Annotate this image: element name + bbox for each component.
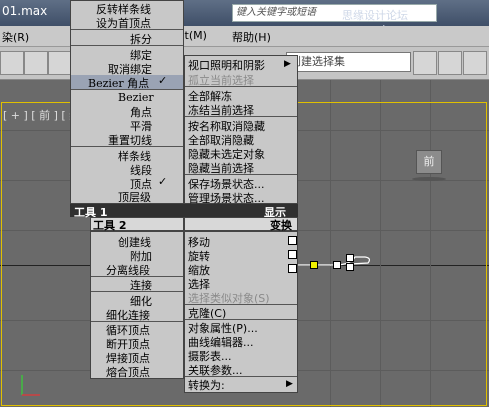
menu-separator: [71, 45, 183, 46]
menu-separator: [185, 174, 297, 175]
spline-vertex[interactable]: [346, 254, 354, 262]
menu-item-bezier[interactable]: Bezier: [118, 91, 154, 104]
menu-separator: [91, 291, 183, 292]
spline-vertex-selected[interactable]: [310, 261, 318, 269]
viewcube-ring: [412, 177, 446, 181]
menu-separator: [185, 86, 297, 87]
menu-item-convert-to[interactable]: 转换为:: [188, 377, 225, 393]
menu-separator: [185, 116, 297, 117]
menu-render[interactable]: 染(R): [2, 29, 29, 45]
spline-vertex[interactable]: [346, 263, 354, 271]
layer-icon[interactable]: [463, 51, 487, 75]
spline-shape[interactable]: [290, 240, 380, 280]
viewcube-icon[interactable]: 前: [416, 150, 442, 174]
viewport-label[interactable]: [ + ] [ 前 ] [ 线: [3, 107, 80, 123]
axis-gizmo-icon: [21, 375, 40, 396]
menu-separator: [71, 89, 183, 90]
check-icon: ✓: [158, 74, 168, 87]
mirror-icon[interactable]: [413, 51, 437, 75]
settings-box-icon[interactable]: [288, 236, 297, 245]
toolbar-button[interactable]: [24, 51, 48, 75]
submenu-arrow-icon: ▶: [286, 379, 293, 389]
spline-vertex[interactable]: [333, 261, 341, 269]
menu-help[interactable]: 帮助(H): [232, 29, 271, 45]
settings-box-icon[interactable]: [288, 264, 297, 273]
submenu-arrow-icon: ▶: [284, 59, 291, 69]
menu-item-viewport-lighting[interactable]: 视口照明和阴影: [188, 57, 265, 73]
menu-item-fuse-vertices[interactable]: 熔合顶点: [106, 364, 150, 380]
toolbar-button[interactable]: [0, 51, 24, 75]
menu-separator: [71, 29, 183, 30]
toolbar-button[interactable]: [48, 51, 72, 75]
check-icon: ✓: [158, 175, 168, 188]
window-title: 01.max: [2, 4, 48, 18]
settings-box-icon[interactable]: [288, 250, 297, 259]
align-icon[interactable]: [438, 51, 462, 75]
selection-set-dropdown[interactable]: 创建选择集: [286, 52, 411, 72]
menu-separator: [71, 146, 183, 147]
menu-item-top-level[interactable]: 顶层级: [118, 189, 151, 205]
